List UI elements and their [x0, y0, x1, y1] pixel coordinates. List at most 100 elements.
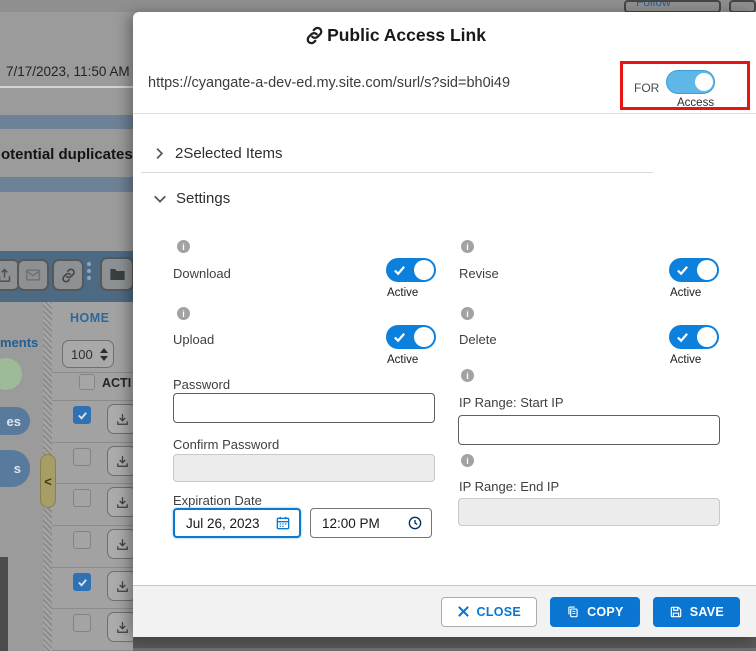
expiration-date-label: Expiration Date: [173, 493, 262, 508]
select-all-checkbox[interactable]: [79, 374, 95, 390]
check-icon: [77, 410, 88, 421]
folder-button[interactable]: [100, 257, 133, 291]
email-button[interactable]: [17, 259, 49, 291]
public-link-button[interactable]: [52, 259, 84, 291]
divider: [52, 567, 133, 568]
page-size-stepper[interactable]: 100: [62, 340, 114, 368]
check-icon: [676, 331, 689, 344]
confirm-password-field: [173, 454, 435, 482]
row-download-button[interactable]: [107, 612, 133, 642]
download-icon: [115, 537, 130, 552]
password-label: Password: [173, 377, 230, 392]
duplicates-heading: otential duplicates: [1, 146, 133, 163]
revise-toggle[interactable]: [669, 258, 719, 282]
clock-icon[interactable]: [407, 515, 423, 531]
row-checkbox[interactable]: [73, 448, 91, 466]
documents-link[interactable]: ments: [0, 335, 38, 350]
backdrop-below-modal: [133, 637, 756, 651]
envelope-icon: [24, 266, 42, 284]
for-toggle-sublabel: Access: [677, 97, 714, 109]
info-icon[interactable]: i: [461, 369, 474, 382]
page-size-value: 100: [71, 347, 93, 362]
ip-end-field: [458, 498, 720, 526]
row-checkbox[interactable]: [73, 531, 91, 549]
info-icon[interactable]: i: [461, 240, 474, 253]
divider: [52, 442, 133, 443]
public-access-link-modal: Public Access Link https://cyangate-a-de…: [133, 12, 756, 637]
stepper-arrows-icon[interactable]: [100, 348, 108, 361]
chevron-down-icon: [153, 192, 167, 206]
link-icon: [304, 25, 325, 46]
row-checkbox[interactable]: [73, 573, 91, 591]
info-icon[interactable]: i: [461, 307, 474, 320]
collapse-panel-handle[interactable]: <: [40, 454, 56, 508]
divider: [0, 86, 133, 88]
expiration-date-field[interactable]: Jul 26, 2023: [173, 508, 301, 538]
ip-end-label: IP Range: End IP: [459, 479, 559, 494]
row-checkbox[interactable]: [73, 489, 91, 507]
settings-section-toggle[interactable]: Settings: [153, 190, 230, 207]
close-icon: [457, 605, 470, 618]
row-download-button[interactable]: [107, 404, 133, 434]
toggle-knob: [695, 73, 713, 91]
avatar: [0, 358, 22, 390]
download-toggle[interactable]: [386, 258, 436, 282]
selected-items-label: 2Selected Items: [175, 145, 283, 162]
divider: [52, 608, 133, 609]
row-download-button[interactable]: [107, 446, 133, 476]
record-timestamp: 7/17/2023, 11:50 AM: [6, 64, 130, 79]
folder-icon: [108, 265, 127, 284]
divider: [52, 400, 133, 401]
document-toolbar: [0, 251, 133, 302]
modal-header: Public Access Link: [133, 25, 657, 46]
info-icon[interactable]: i: [461, 454, 474, 467]
delete-toggle[interactable]: [669, 325, 719, 349]
backdrop-dark-edge: [0, 557, 8, 651]
row-checkbox[interactable]: [73, 614, 91, 632]
download-icon: [115, 412, 130, 427]
download-toggle-label: Download: [173, 266, 231, 281]
download-icon: [115, 495, 130, 510]
modal-footer: CLOSE COPY SAVE: [133, 585, 756, 637]
calendar-icon[interactable]: [275, 515, 291, 531]
expiration-time-field[interactable]: 12:00 PM: [310, 508, 432, 538]
download-icon: [115, 579, 130, 594]
expiration-date-value: Jul 26, 2023: [186, 516, 260, 531]
tab-home[interactable]: HOME: [70, 311, 110, 325]
row-download-button[interactable]: [107, 571, 133, 601]
status-pill[interactable]: s: [0, 450, 30, 487]
password-field[interactable]: [173, 393, 435, 423]
confirm-password-label: Confirm Password: [173, 437, 279, 452]
save-button-label: SAVE: [690, 605, 724, 619]
chevron-right-icon: [153, 147, 166, 160]
check-icon: [77, 577, 88, 588]
status-pill[interactable]: es: [0, 407, 30, 435]
selected-items-section-toggle[interactable]: 2Selected Items: [153, 145, 283, 162]
toggle-knob: [697, 260, 717, 280]
close-button-label: CLOSE: [477, 605, 522, 619]
info-icon[interactable]: i: [177, 307, 190, 320]
check-icon: [676, 264, 689, 277]
close-button[interactable]: CLOSE: [441, 597, 538, 627]
settings-label: Settings: [176, 190, 230, 207]
ip-start-label: IP Range: Start IP: [459, 395, 564, 410]
copy-button[interactable]: COPY: [550, 597, 640, 627]
section-band: [0, 177, 133, 192]
for-access-highlight-box: FOR Access: [620, 61, 750, 110]
row-download-button[interactable]: [107, 529, 133, 559]
save-icon: [669, 605, 683, 619]
public-access-url[interactable]: https://cyangate-a-dev-ed.my.site.com/su…: [148, 75, 510, 91]
toggle-knob: [414, 260, 434, 280]
section-band: [0, 115, 133, 129]
row-download-button[interactable]: [107, 487, 133, 517]
for-access-toggle[interactable]: [666, 70, 715, 94]
row-checkbox[interactable]: [73, 406, 91, 424]
save-button[interactable]: SAVE: [653, 597, 740, 627]
revise-toggle-status: Active: [670, 287, 701, 299]
download-icon: [115, 620, 130, 635]
ip-start-field[interactable]: [458, 415, 720, 445]
revise-toggle-label: Revise: [459, 266, 499, 281]
info-icon[interactable]: i: [177, 240, 190, 253]
upload-toggle[interactable]: [386, 325, 436, 349]
link-icon: [60, 267, 77, 284]
